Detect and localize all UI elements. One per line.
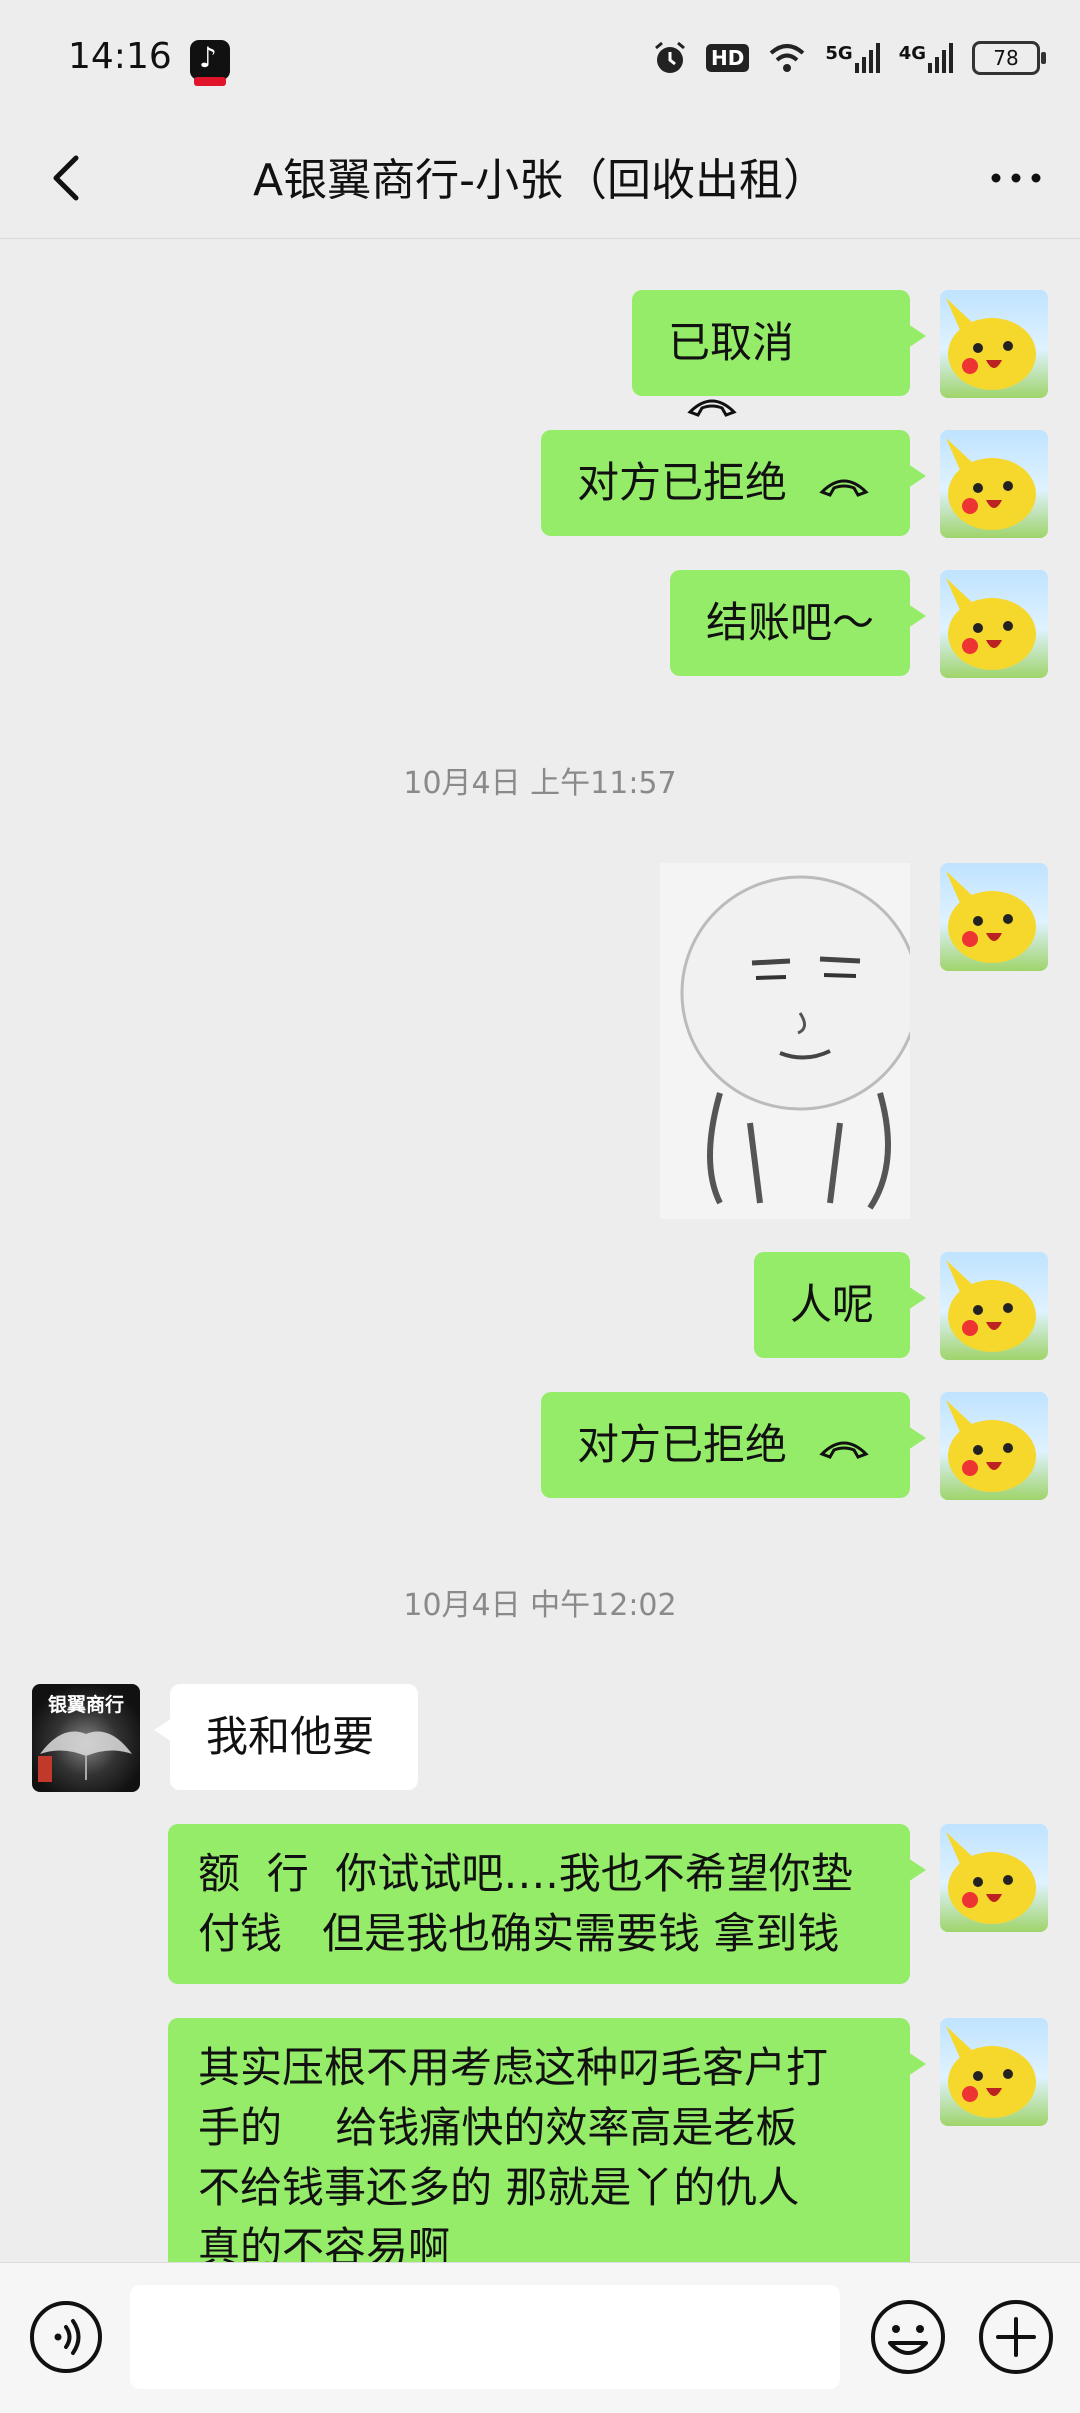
- pikachu-avatar-icon: [946, 2026, 1036, 2118]
- contact-avatar[interactable]: 银翼商行: [32, 1684, 140, 1792]
- message-bubble[interactable]: 我和他要: [154, 1684, 418, 1790]
- voice-input-button[interactable]: [28, 2299, 104, 2375]
- phone-hangup-icon: [819, 1441, 870, 1459]
- message-bubble[interactable]: 对方已拒绝: [541, 430, 926, 536]
- avatar[interactable]: [940, 1824, 1048, 1932]
- seal-icon: [38, 1756, 52, 1782]
- more-options-button[interactable]: [986, 148, 1046, 208]
- pikachu-avatar-icon: [946, 1832, 1036, 1924]
- message-input[interactable]: [130, 2285, 840, 2389]
- status-bar: 14:16 HD 5G 4G 78: [0, 0, 1080, 120]
- pikachu-avatar-icon: [946, 298, 1036, 390]
- avatar[interactable]: [940, 570, 1048, 678]
- input-bar: [0, 2262, 1080, 2413]
- emoji-button[interactable]: [868, 2297, 948, 2377]
- timestamp: 10月4日 中午12:02: [403, 1588, 677, 1623]
- timestamp: 10月4日 上午11:57: [403, 766, 677, 801]
- hd-icon: HD: [706, 44, 750, 72]
- avatar[interactable]: [940, 290, 1048, 398]
- 5g-signal-icon: 5G: [825, 43, 880, 73]
- message-bubble[interactable]: 对方已拒绝: [541, 1392, 926, 1498]
- pikachu-avatar-icon: [946, 578, 1036, 670]
- phone-hangup-icon: [819, 479, 870, 497]
- pikachu-avatar-icon: [946, 871, 1036, 963]
- 4g-signal-icon: 4G: [899, 43, 954, 73]
- chat-header: A银翼商行-小张（回收出租）: [0, 120, 1080, 239]
- sticker-image[interactable]: [660, 863, 910, 1219]
- avatar[interactable]: [940, 2018, 1048, 2126]
- avatar[interactable]: [940, 1392, 1048, 1500]
- wifi-icon: [770, 44, 805, 72]
- meme-face-icon: [680, 875, 910, 1210]
- status-time: 14:16: [68, 36, 172, 77]
- message-bubble[interactable]: 其实压根不用考虑这种叼毛客户打 手的 给钱痛快的效率高是老板 不给钱事还多的 那…: [168, 2018, 926, 2298]
- pikachu-avatar-icon: [946, 1400, 1036, 1492]
- pikachu-avatar-icon: [946, 1260, 1036, 1352]
- pikachu-avatar-icon: [946, 438, 1036, 530]
- avatar[interactable]: [940, 430, 1048, 538]
- message-bubble[interactable]: 人呢: [754, 1252, 926, 1358]
- app-icon: [190, 40, 230, 86]
- message-bubble[interactable]: 已取消: [632, 290, 926, 417]
- phone-hangup-icon: [687, 399, 737, 417]
- avatar[interactable]: [940, 1252, 1048, 1360]
- battery-icon: 78: [972, 41, 1046, 75]
- chat-title: A银翼商行-小张（回收出租）: [253, 155, 827, 206]
- status-icons: HD 5G 4G 78: [652, 40, 1046, 76]
- more-actions-button[interactable]: [976, 2297, 1056, 2377]
- message-bubble[interactable]: 额 行 你试试吧….我也不希望你垫 付钱 但是我也确实需要钱 拿到钱: [168, 1824, 926, 1984]
- alarm-icon: [655, 41, 685, 73]
- avatar[interactable]: [940, 863, 1048, 971]
- message-bubble[interactable]: 结账吧～: [670, 570, 926, 676]
